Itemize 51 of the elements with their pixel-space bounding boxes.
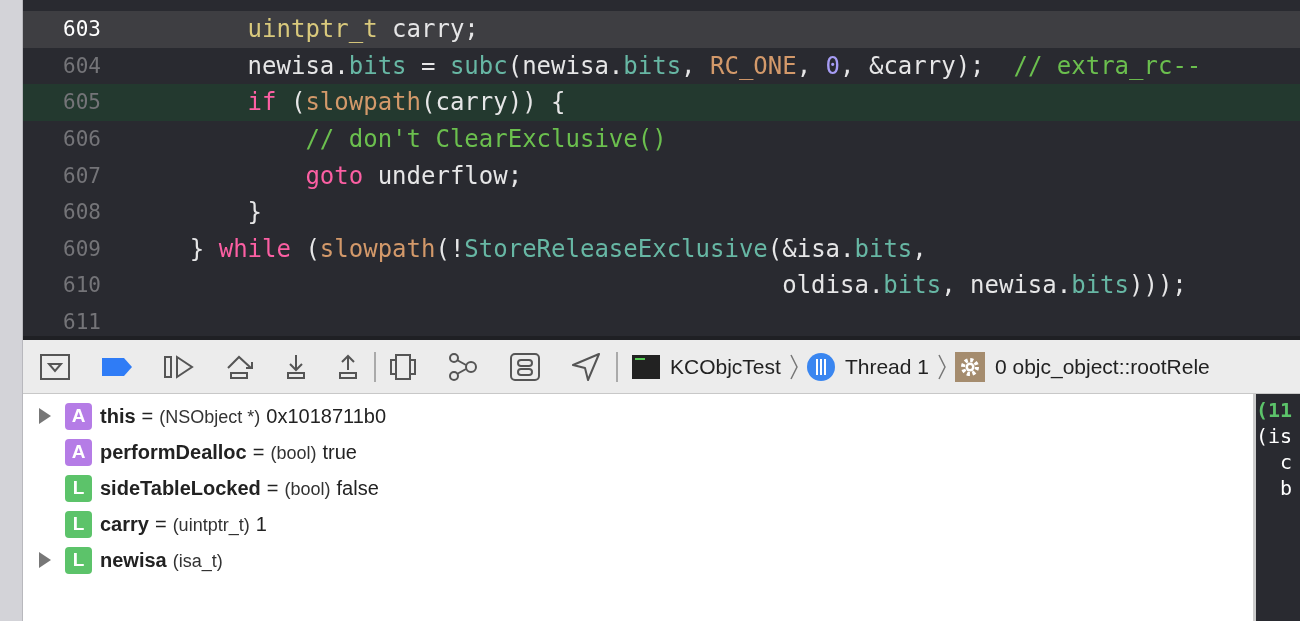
- continue-icon[interactable]: [164, 354, 194, 379]
- hide-panel-icon[interactable]: [40, 353, 70, 380]
- line-number: 610: [62, 273, 101, 298]
- code-line: } while (slowpath(!StoreReleaseExclusive(&isa.bits,: [188, 234, 927, 263]
- chevron-icon: [788, 353, 799, 380]
- variable-badge: L: [65, 546, 92, 574]
- code-line: oldisa.bits, newisa.bits)));: [781, 271, 1187, 300]
- code-line: if (slowpath(carry)) {: [246, 88, 566, 117]
- variable-entry[interactable]: carry = (uintptr_t) 1: [100, 512, 267, 536]
- console-line: (11: [1256, 398, 1294, 424]
- environment-icon[interactable]: [510, 352, 540, 381]
- view-hierarchy-icon[interactable]: [390, 353, 416, 380]
- line-number: 605: [62, 90, 101, 115]
- gear-icon: [954, 351, 985, 382]
- console-line: (is: [1256, 424, 1294, 450]
- line-number: 608: [62, 200, 101, 225]
- chevron-icon: [936, 353, 947, 380]
- memory-graph-icon[interactable]: [448, 352, 478, 381]
- breadcrumb-item[interactable]: Thread 1: [844, 354, 929, 379]
- variable-badge: L: [65, 474, 92, 502]
- terminal-icon: [632, 354, 660, 379]
- disclosure-triangle-icon[interactable]: [39, 552, 51, 568]
- code-line: goto underflow;: [304, 161, 523, 190]
- line-number: 609: [62, 236, 101, 261]
- line-number: 607: [62, 163, 101, 188]
- code-line: newisa.bits = subc(newisa.bits, RC_ONE, 0, &carry); // extra_rc--: [246, 51, 1202, 80]
- line-number: 604: [62, 53, 101, 78]
- console-line: b: [1279, 476, 1294, 502]
- line-number: 603: [62, 17, 101, 42]
- breadcrumb-item[interactable]: 0 objc_object::rootRele: [994, 354, 1210, 379]
- step-into-icon[interactable]: [286, 353, 306, 380]
- console-line: c: [1279, 450, 1294, 476]
- code-line: // don't ClearExclusive(): [304, 125, 667, 154]
- variable-entry[interactable]: this = (NSObject *) 0x1018711b0: [100, 404, 387, 428]
- code-line: uintptr_t carry;: [246, 15, 479, 44]
- variable-entry[interactable]: newisa (isa_t): [100, 548, 223, 572]
- line-number: 611: [62, 310, 101, 335]
- location-icon[interactable]: [572, 352, 600, 381]
- step-out-icon[interactable]: [338, 353, 358, 380]
- variable-entry[interactable]: performDealloc = (bool) true: [100, 440, 357, 464]
- code-line: }: [246, 198, 263, 227]
- variable-badge: L: [65, 510, 92, 538]
- step-over-icon[interactable]: [226, 353, 254, 380]
- variable-badge: A: [65, 438, 92, 466]
- breadcrumb-item[interactable]: KCObjcTest: [670, 354, 781, 379]
- line-number: 606: [62, 127, 101, 152]
- variable-entry[interactable]: sideTableLocked = (bool) false: [100, 476, 379, 500]
- disclosure-triangle-icon[interactable]: [39, 408, 51, 424]
- thread-icon: [806, 352, 835, 381]
- breakpoint-icon[interactable]: [102, 357, 132, 376]
- variable-badge: A: [65, 402, 92, 430]
